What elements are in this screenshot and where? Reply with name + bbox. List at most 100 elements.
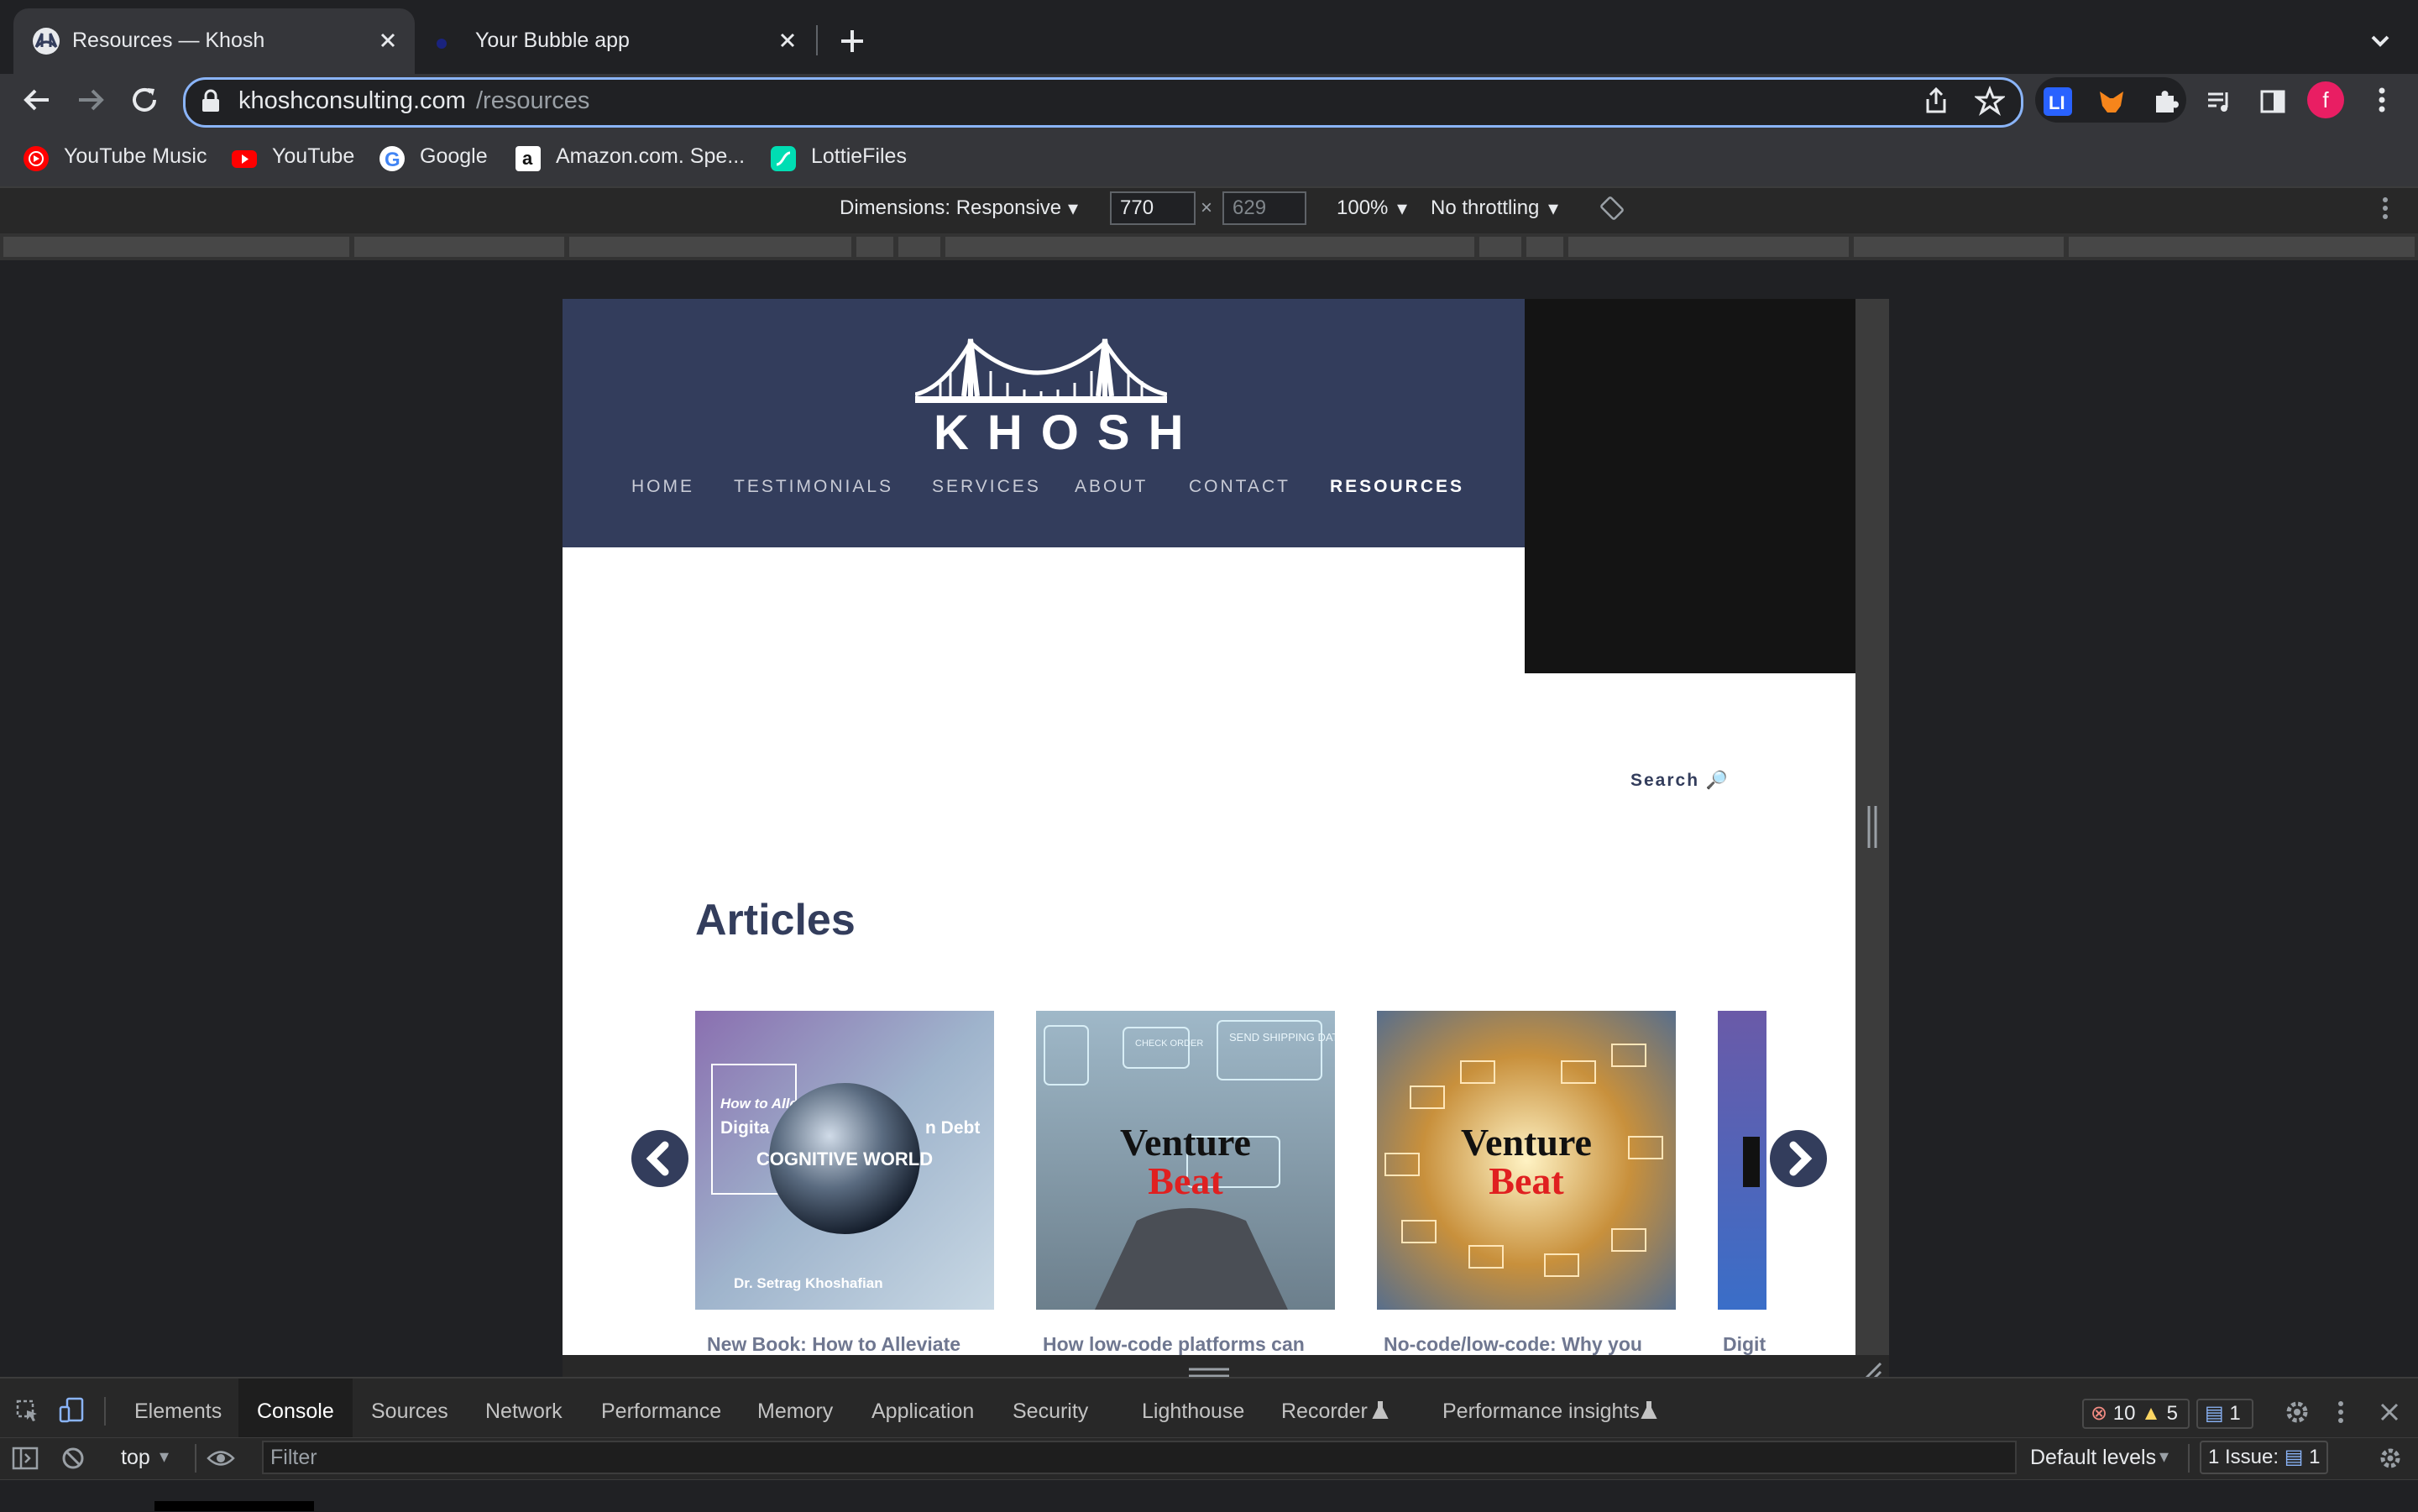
error-warning-badge[interactable]: ⊗ 10 ▲ 5 (2082, 1399, 2190, 1429)
chevron-down-icon[interactable]: ▾ (1397, 196, 1407, 221)
tab-performance-insights[interactable]: Performance insights (1442, 1400, 1640, 1424)
tab-console[interactable]: Console (257, 1400, 334, 1424)
issues-button[interactable]: 1 Issue: ▤ 1 (2200, 1441, 2329, 1474)
dimensions-dropdown[interactable]: Dimensions: Responsive (840, 196, 1061, 220)
puzzle-extensions-icon[interactable] (2151, 87, 2180, 116)
nav-contact[interactable]: CONTACT (1189, 477, 1290, 497)
reload-icon[interactable] (126, 81, 163, 118)
logo-wordmark[interactable]: KHOSH (915, 405, 1183, 461)
amazon-icon[interactable]: a (514, 144, 542, 173)
log-levels-dropdown[interactable]: Default levels (2030, 1446, 2156, 1470)
nav-testimonials[interactable]: TESTIMONIALS (734, 477, 893, 497)
search-link[interactable]: Search 🔎 (1630, 771, 1730, 791)
tab-resources[interactable]: Resources — Khosh (13, 8, 415, 74)
lottiefiles-icon[interactable] (769, 144, 798, 173)
nav-about[interactable]: ABOUT (1075, 477, 1148, 497)
profile-avatar[interactable]: f (2307, 81, 2344, 118)
kebab-menu-icon[interactable] (2373, 195, 2398, 222)
device-toggle-icon[interactable] (59, 1397, 86, 1424)
media-query-segment[interactable] (945, 237, 1474, 257)
media-query-segment[interactable] (3, 237, 349, 257)
clear-console-icon[interactable] (60, 1446, 86, 1471)
media-query-segment[interactable] (354, 237, 564, 257)
nav-resources[interactable]: RESOURCES (1330, 477, 1464, 497)
tab-sources[interactable]: Sources (371, 1400, 448, 1424)
context-selector[interactable]: top (121, 1446, 150, 1470)
media-query-segment[interactable] (1568, 237, 1849, 257)
bookmark-youtube[interactable]: YouTube (272, 144, 354, 169)
google-icon[interactable]: G (378, 144, 406, 173)
chevron-down-icon[interactable]: ▾ (1548, 196, 1558, 221)
tab-lighthouse[interactable]: Lighthouse (1142, 1400, 1244, 1424)
article-title[interactable]: New Book: How to Alleviate (707, 1333, 960, 1355)
youtube-icon[interactable] (230, 144, 259, 173)
youtube-music-icon[interactable] (22, 144, 50, 173)
media-query-segment[interactable] (569, 237, 851, 257)
new-tab-icon[interactable] (838, 27, 866, 55)
kebab-menu-icon[interactable] (2369, 84, 2394, 116)
tab-title: Your Bubble app (475, 29, 630, 52)
chevron-down-icon[interactable]: ▾ (1068, 196, 1078, 221)
close-tab-icon[interactable] (374, 27, 401, 54)
close-icon[interactable] (2378, 1400, 2401, 1424)
inspect-element-icon[interactable] (15, 1399, 40, 1424)
tab-elements[interactable]: Elements (134, 1400, 222, 1424)
tab-application[interactable]: Application (871, 1400, 974, 1424)
metamask-fox-icon[interactable] (2097, 87, 2126, 116)
lock-icon[interactable] (200, 89, 222, 112)
chevron-down-icon[interactable]: ▾ (2159, 1446, 2169, 1468)
article-card-image[interactable]: How to Alle Digita n Debt COGNITIVE WORL… (695, 1011, 994, 1310)
eye-icon[interactable] (207, 1447, 235, 1469)
viewport-width-input[interactable]: 770 (1110, 191, 1196, 225)
resize-handle-icon[interactable] (1866, 804, 1879, 850)
kebab-menu-icon[interactable] (2332, 1399, 2349, 1426)
rotate-icon[interactable] (1599, 195, 1625, 222)
nav-home[interactable]: HOME (631, 477, 694, 497)
bookmark-google[interactable]: Google (420, 144, 488, 169)
star-icon[interactable] (1975, 86, 2005, 116)
article-card-image[interactable] (1718, 1011, 1766, 1310)
back-icon[interactable] (18, 81, 55, 118)
gear-icon[interactable] (2378, 1446, 2403, 1471)
article-card-image[interactable]: Venture Beat (1377, 1011, 1676, 1310)
carousel-prev-button[interactable] (630, 1128, 690, 1189)
media-queue-icon[interactable] (2205, 87, 2233, 116)
throttling-dropdown[interactable]: No throttling (1431, 196, 1539, 220)
media-query-segment[interactable] (898, 237, 940, 257)
nav-services[interactable]: SERVICES (932, 477, 1041, 497)
tab-bubble[interactable]: Your Bubble app (428, 8, 821, 74)
tab-recorder[interactable]: Recorder (1281, 1400, 1368, 1424)
chevron-down-icon[interactable]: ▾ (160, 1446, 169, 1468)
article-title[interactable]: No-code/low-code: Why you (1384, 1333, 1642, 1355)
tab-network[interactable]: Network (485, 1400, 563, 1424)
article-title[interactable]: How low-code platforms can (1043, 1333, 1305, 1355)
chevron-down-icon[interactable] (2366, 29, 2394, 54)
gear-icon[interactable] (2284, 1399, 2311, 1426)
media-query-segment[interactable] (856, 237, 893, 257)
tab-memory[interactable]: Memory (757, 1400, 833, 1424)
bookmark-youtube-music[interactable]: YouTube Music (64, 144, 207, 169)
media-query-segment[interactable] (1479, 237, 1521, 257)
tab-performance[interactable]: Performance (601, 1400, 721, 1424)
side-panel-icon[interactable] (2258, 87, 2287, 116)
media-query-segment[interactable] (1526, 237, 1563, 257)
article-card-image[interactable]: SEND SHIPPING DATA CHECK ORDER Venture B… (1036, 1011, 1335, 1310)
tab-security[interactable]: Security (1013, 1400, 1088, 1424)
media-query-segment[interactable] (1854, 237, 2064, 257)
sidebar-toggle-icon[interactable] (12, 1446, 39, 1471)
li-extension-icon[interactable]: LI (2044, 87, 2072, 116)
forward-icon[interactable] (72, 81, 109, 118)
zoom-dropdown[interactable]: 100% (1337, 196, 1388, 220)
console-output[interactable] (0, 1479, 2418, 1512)
viewport-height-input[interactable]: 629 (1222, 191, 1306, 225)
console-filter-input[interactable]: Filter (262, 1441, 2017, 1474)
share-icon[interactable] (1921, 86, 1951, 116)
close-tab-icon[interactable] (774, 27, 801, 54)
bookmark-amazon[interactable]: Amazon.com. Spe... (556, 144, 745, 169)
article-title[interactable]: Digit (1723, 1333, 1766, 1355)
card-text: Digita (720, 1118, 770, 1138)
messages-badge[interactable]: ▤ 1 (2196, 1399, 2253, 1429)
bookmark-lottiefiles[interactable]: LottieFiles (811, 144, 907, 169)
media-query-segment[interactable] (2069, 237, 2415, 257)
carousel-next-button[interactable] (1768, 1128, 1829, 1189)
